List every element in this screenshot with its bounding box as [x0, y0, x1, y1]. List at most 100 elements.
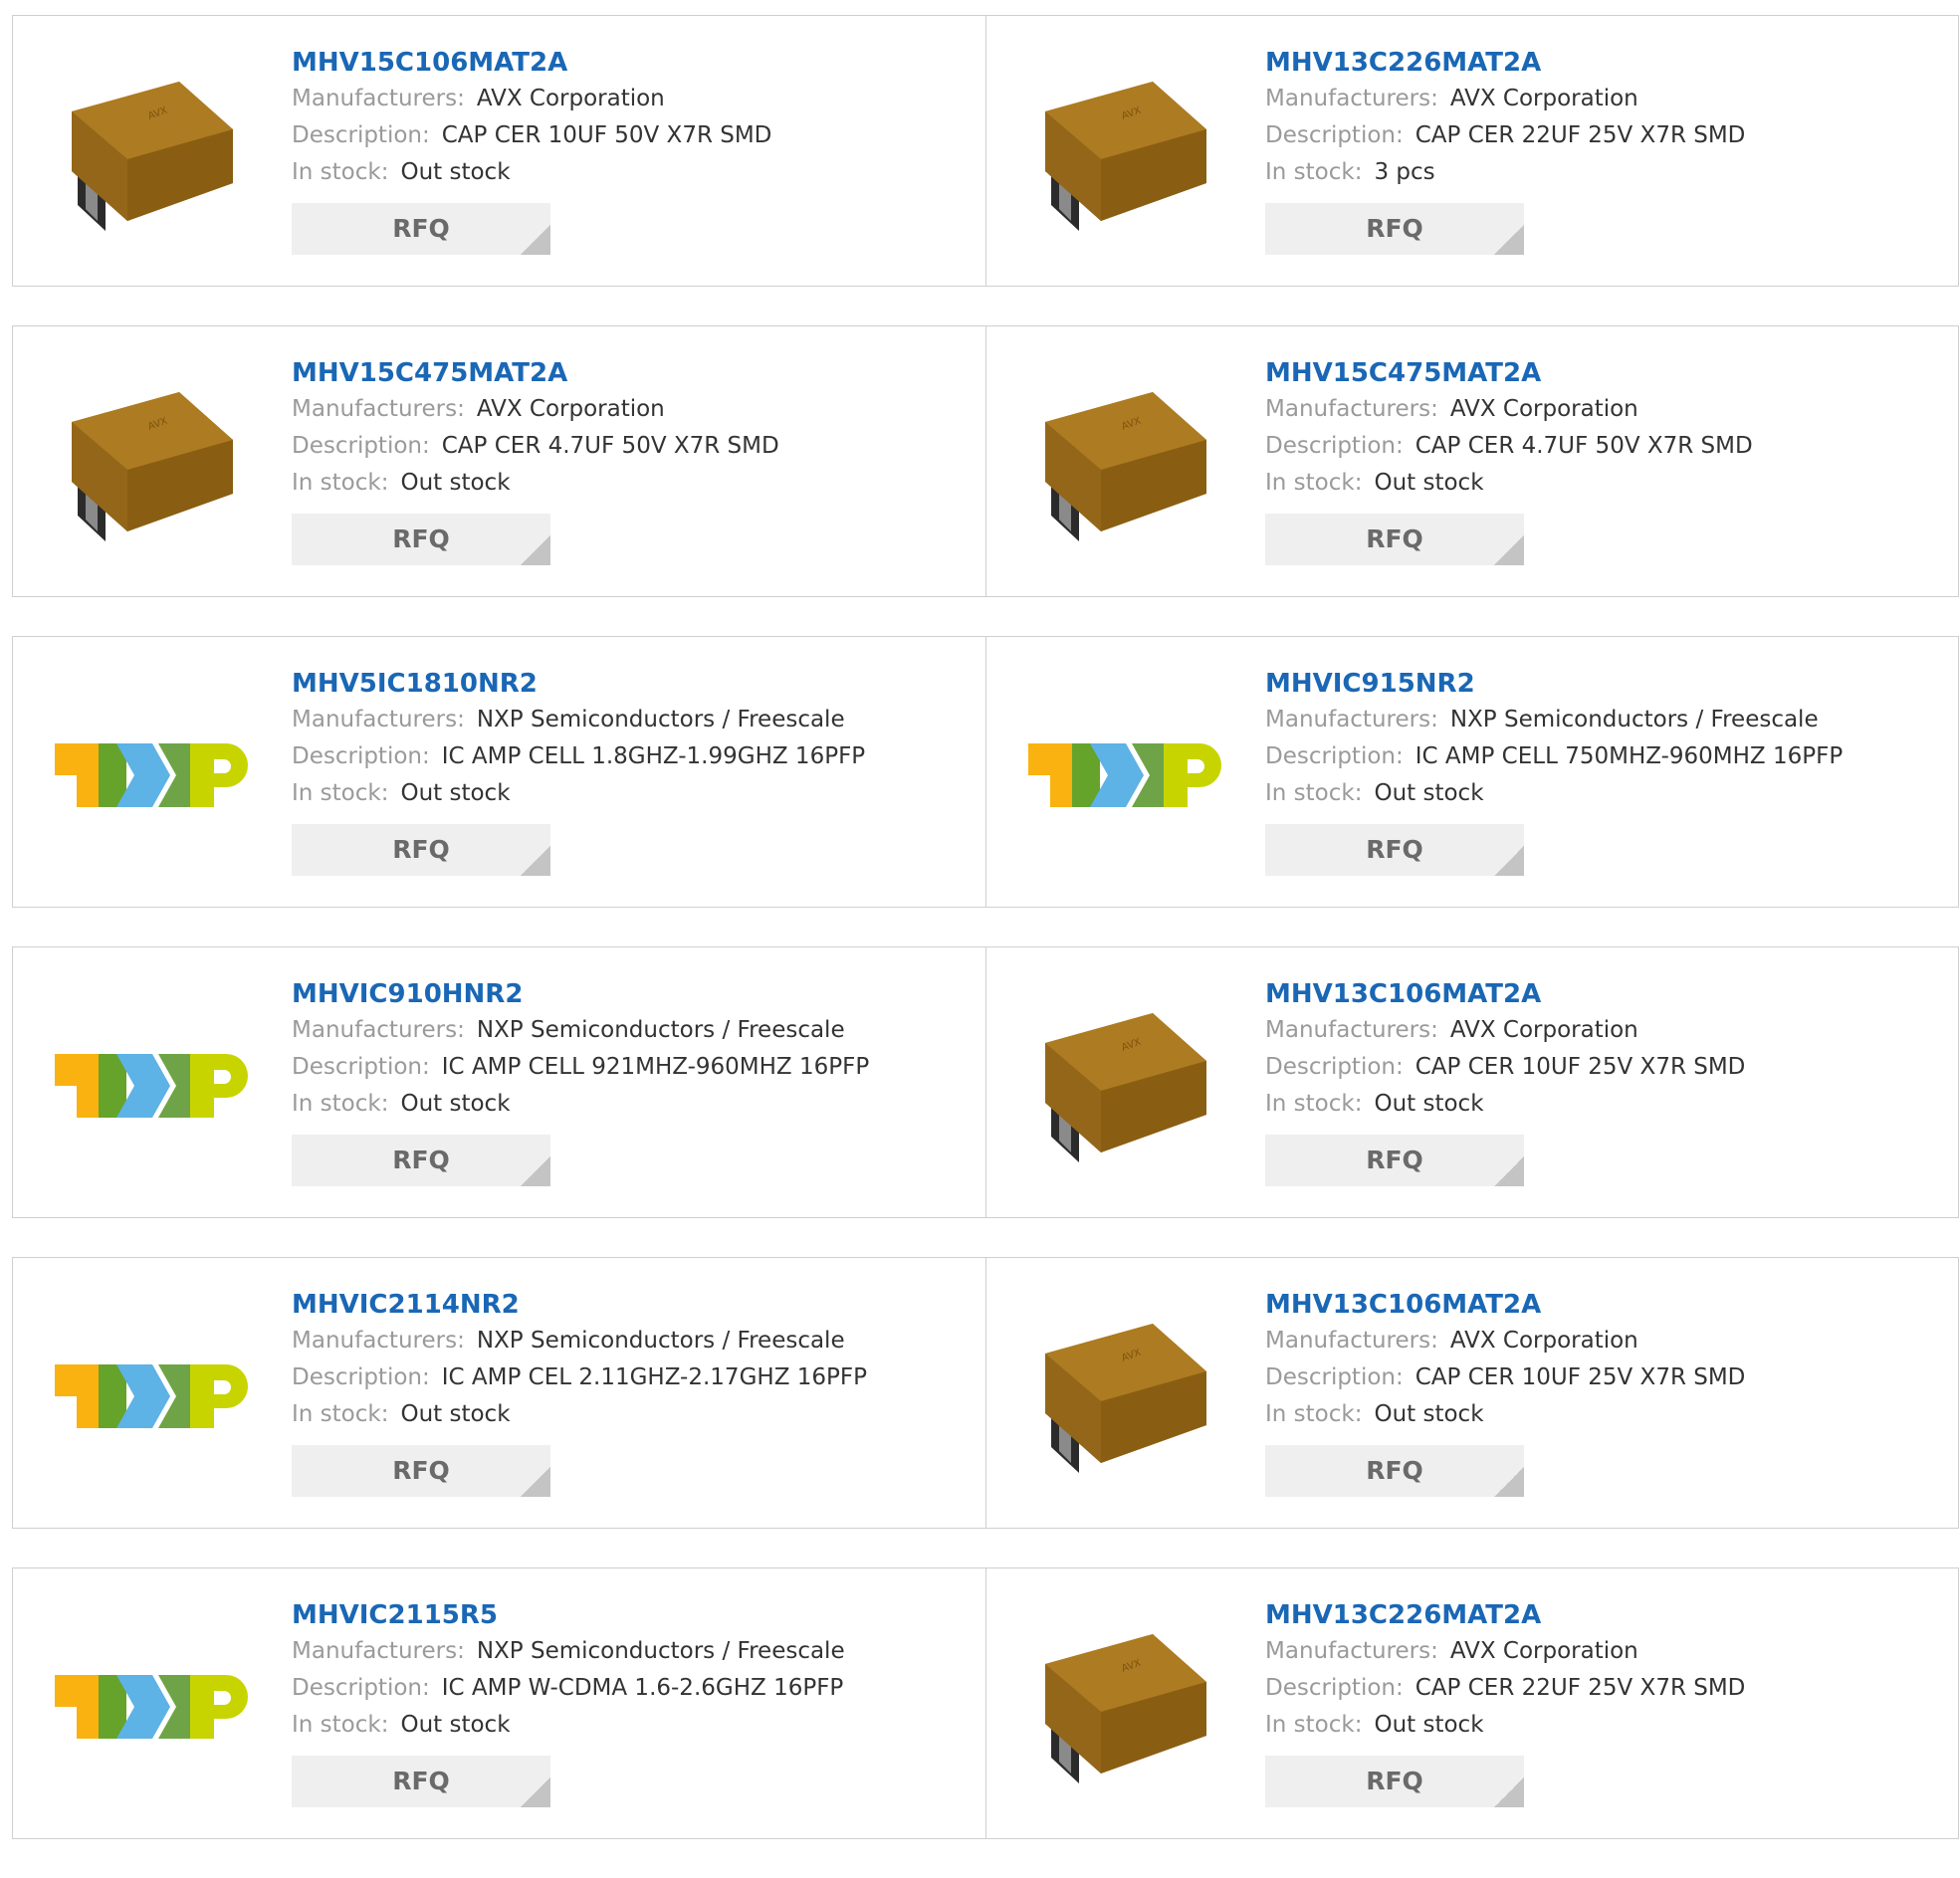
nxp-logo[interactable]: [53, 1607, 252, 1806]
product-info: MHV13C106MAT2A Manufacturers: AVX Corpora…: [1265, 976, 1942, 1186]
part-number-link[interactable]: MHV13C106MAT2A: [1265, 976, 1942, 1012]
product-info: MHVIC2114NR2 Manufacturers: NXP Semicondu…: [292, 1287, 970, 1497]
rfq-button[interactable]: RFQ: [292, 1135, 550, 1186]
description-label: Description:: [1265, 1054, 1404, 1080]
nxp-logo[interactable]: [1026, 676, 1225, 875]
stock-value: Out stock: [1374, 1401, 1484, 1427]
product-card: AVX MHV13C226MAT2A Manufacturers: AVX Cor…: [985, 1568, 1958, 1838]
rfq-button[interactable]: RFQ: [292, 203, 550, 255]
product-card: MHVIC915NR2 Manufacturers: NXP Semiconduc…: [985, 637, 1958, 907]
manufacturer-value: AVX Corporation: [1449, 86, 1638, 111]
part-number-link[interactable]: MHV15C475MAT2A: [292, 355, 970, 391]
description-line: Description: IC AMP CELL 921MHZ-960MHZ 16…: [292, 1049, 970, 1086]
product-row: MHVIC910HNR2 Manufacturers: NXP Semicondu…: [12, 946, 1959, 1218]
description-line: Description: CAP CER 4.7UF 50V X7R SMD: [1265, 428, 1942, 465]
rfq-button[interactable]: RFQ: [1265, 1756, 1524, 1807]
corner-fold-icon: [1494, 1467, 1524, 1497]
part-number-link[interactable]: MHVIC910HNR2: [292, 976, 970, 1012]
rfq-button[interactable]: RFQ: [1265, 1135, 1524, 1186]
corner-fold-icon: [1494, 535, 1524, 565]
part-number-link[interactable]: MHV13C226MAT2A: [1265, 45, 1942, 81]
product-info: MHV13C226MAT2A Manufacturers: AVX Corpora…: [1265, 45, 1942, 255]
manufacturer-line: Manufacturers: AVX Corporation: [292, 81, 970, 117]
stock-line: In stock: Out stock: [292, 1086, 970, 1123]
rfq-button[interactable]: RFQ: [1265, 514, 1524, 565]
rfq-label: RFQ: [392, 835, 450, 864]
description-line: Description: CAP CER 10UF 25V X7R SMD: [1265, 1049, 1942, 1086]
part-number-link[interactable]: MHVIC2114NR2: [292, 1287, 970, 1323]
capacitor-image[interactable]: AVX: [53, 365, 252, 564]
part-number-link[interactable]: MHVIC915NR2: [1265, 666, 1942, 702]
manufacturer-value: AVX Corporation: [1449, 396, 1638, 422]
capacitor-image[interactable]: AVX: [1026, 55, 1225, 254]
part-number-link[interactable]: MHV15C106MAT2A: [292, 45, 970, 81]
manufacturer-value: NXP Semiconductors / Freescale: [476, 1017, 845, 1043]
product-card: AVX MHV15C475MAT2A Manufacturers: AVX Cor…: [985, 326, 1958, 596]
manufacturers-label: Manufacturers:: [292, 396, 465, 422]
corner-fold-icon: [1494, 846, 1524, 876]
rfq-button[interactable]: RFQ: [292, 514, 550, 565]
stock-line: In stock: Out stock: [292, 1707, 970, 1744]
description-label: Description:: [1265, 1364, 1404, 1390]
part-number-link[interactable]: MHV15C475MAT2A: [1265, 355, 1942, 391]
product-info: MHV15C475MAT2A Manufacturers: AVX Corpora…: [292, 355, 970, 565]
rfq-button[interactable]: RFQ: [1265, 1445, 1524, 1497]
rfq-button[interactable]: RFQ: [292, 1756, 550, 1807]
rfq-button[interactable]: RFQ: [1265, 203, 1524, 255]
rfq-label: RFQ: [392, 1146, 450, 1174]
capacitor-image[interactable]: AVX: [1026, 365, 1225, 564]
corner-fold-icon: [521, 225, 550, 255]
manufacturers-label: Manufacturers:: [1265, 1017, 1438, 1043]
corner-fold-icon: [521, 1156, 550, 1186]
manufacturer-line: Manufacturers: AVX Corporation: [1265, 1633, 1942, 1670]
product-info: MHV15C106MAT2A Manufacturers: AVX Corpora…: [292, 45, 970, 255]
manufacturer-line: Manufacturers: NXP Semiconductors / Frees…: [292, 702, 970, 738]
stock-value: Out stock: [1374, 470, 1484, 496]
part-number-link[interactable]: MHV13C226MAT2A: [1265, 1597, 1942, 1633]
part-number-link[interactable]: MHV13C106MAT2A: [1265, 1287, 1942, 1323]
manufacturers-label: Manufacturers:: [1265, 1328, 1438, 1354]
rfq-button[interactable]: RFQ: [292, 1445, 550, 1497]
capacitor-image[interactable]: AVX: [1026, 986, 1225, 1185]
nxp-logo[interactable]: [53, 1297, 252, 1496]
in-stock-label: In stock:: [292, 780, 389, 806]
description-line: Description: CAP CER 4.7UF 50V X7R SMD: [292, 428, 970, 465]
stock-line: In stock: Out stock: [1265, 465, 1942, 502]
part-number-link[interactable]: MHVIC2115R5: [292, 1597, 970, 1633]
product-card: MHVIC910HNR2 Manufacturers: NXP Semicondu…: [13, 947, 985, 1217]
manufacturer-line: Manufacturers: AVX Corporation: [1265, 1012, 1942, 1049]
capacitor-image[interactable]: AVX: [53, 55, 252, 254]
capacitor-image[interactable]: AVX: [1026, 1607, 1225, 1806]
in-stock-label: In stock:: [292, 1712, 389, 1738]
stock-line: In stock: Out stock: [1265, 775, 1942, 812]
stock-value: Out stock: [400, 1712, 511, 1738]
description-label: Description:: [1265, 743, 1404, 769]
capacitor-image[interactable]: AVX: [1026, 1297, 1225, 1496]
rfq-button[interactable]: RFQ: [1265, 824, 1524, 876]
in-stock-label: In stock:: [1265, 780, 1363, 806]
description-value: CAP CER 4.7UF 50V X7R SMD: [441, 433, 779, 459]
rfq-label: RFQ: [1366, 1146, 1423, 1174]
description-label: Description:: [292, 122, 430, 148]
manufacturers-label: Manufacturers:: [292, 707, 465, 732]
product-info: MHVIC915NR2 Manufacturers: NXP Semiconduc…: [1265, 666, 1942, 876]
product-info: MHV15C475MAT2A Manufacturers: AVX Corpora…: [1265, 355, 1942, 565]
part-number-link[interactable]: MHV5IC1810NR2: [292, 666, 970, 702]
description-label: Description:: [292, 433, 430, 459]
product-row: AVX MHV15C475MAT2A Manufacturers: AVX Cor…: [12, 325, 1959, 597]
product-info: MHV5IC1810NR2 Manufacturers: NXP Semicond…: [292, 666, 970, 876]
manufacturer-line: Manufacturers: NXP Semiconductors / Frees…: [292, 1323, 970, 1359]
rfq-button[interactable]: RFQ: [292, 824, 550, 876]
product-info: MHVIC910HNR2 Manufacturers: NXP Semicondu…: [292, 976, 970, 1186]
description-label: Description:: [292, 1675, 430, 1701]
stock-value: Out stock: [400, 1091, 511, 1117]
rfq-label: RFQ: [1366, 835, 1423, 864]
nxp-logo[interactable]: [53, 986, 252, 1185]
manufacturer-line: Manufacturers: AVX Corporation: [1265, 1323, 1942, 1359]
manufacturers-label: Manufacturers:: [1265, 707, 1438, 732]
product-card: AVX MHV13C106MAT2A Manufacturers: AVX Cor…: [985, 947, 1958, 1217]
product-info: MHV13C106MAT2A Manufacturers: AVX Corpora…: [1265, 1287, 1942, 1497]
manufacturers-label: Manufacturers:: [292, 1017, 465, 1043]
nxp-logo[interactable]: [53, 676, 252, 875]
product-row: MHVIC2114NR2 Manufacturers: NXP Semicondu…: [12, 1257, 1959, 1529]
